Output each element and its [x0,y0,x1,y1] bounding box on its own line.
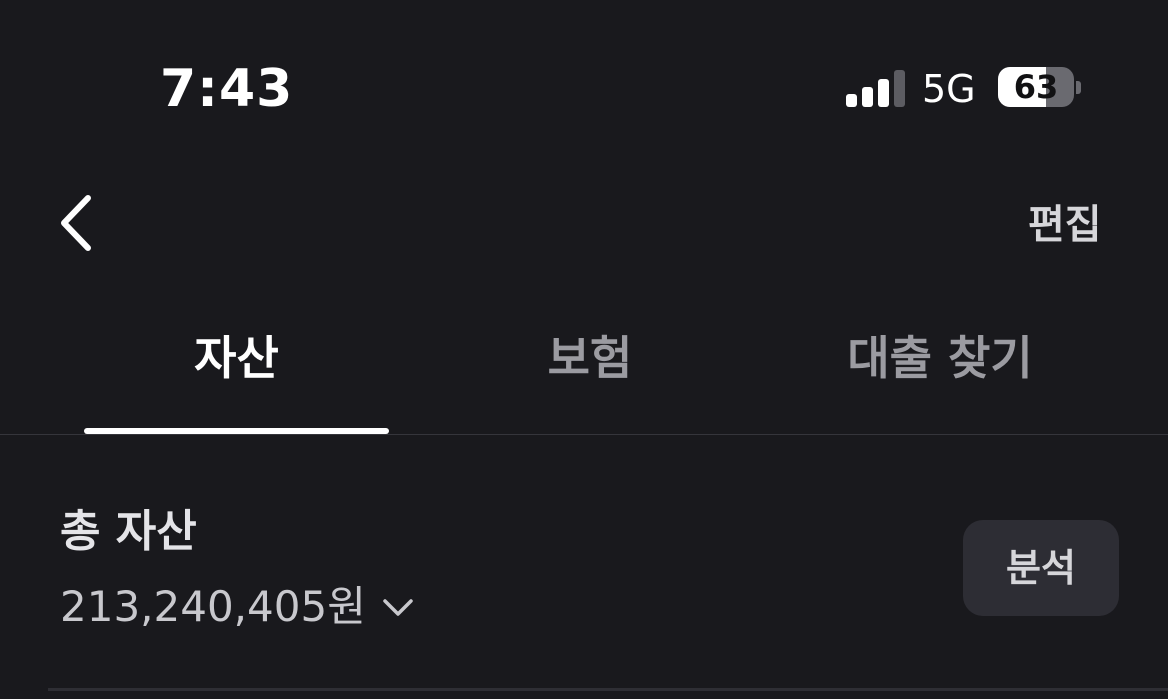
signal-bar-3 [878,79,889,107]
analysis-button[interactable]: 분석 [963,520,1119,616]
total-assets-amount[interactable]: 213,240,405원 [60,576,416,638]
chevron-down-icon [383,599,413,616]
battery-tip [1076,81,1081,94]
tabs-divider [0,434,1168,435]
battery-icon: 63 [998,67,1074,107]
total-assets-value: 213,240,405원 [60,582,366,631]
total-assets-title: 총 자산 [60,506,197,557]
signal-bar-2 [862,87,873,107]
section-divider [48,688,1168,691]
status-time: 7:43 [160,59,294,119]
network-type: 5G [922,67,976,111]
signal-bar-4 [894,70,905,107]
tab-insurance[interactable]: 보험 [440,326,740,390]
chevron-left-icon [61,195,91,251]
signal-strength-icon [846,69,906,107]
edit-button[interactable]: 편집 [1028,198,1102,252]
back-button[interactable] [46,186,110,260]
screen: 7:43 5G 63 편집 자산 보험 대출 찾기 총 자산 213,240,4… [0,0,1168,699]
tab-find-loan[interactable]: 대출 찾기 [790,326,1090,390]
battery-level: 63 [1013,68,1059,106]
tab-assets[interactable]: 자산 [84,326,389,390]
signal-bar-1 [846,94,857,107]
